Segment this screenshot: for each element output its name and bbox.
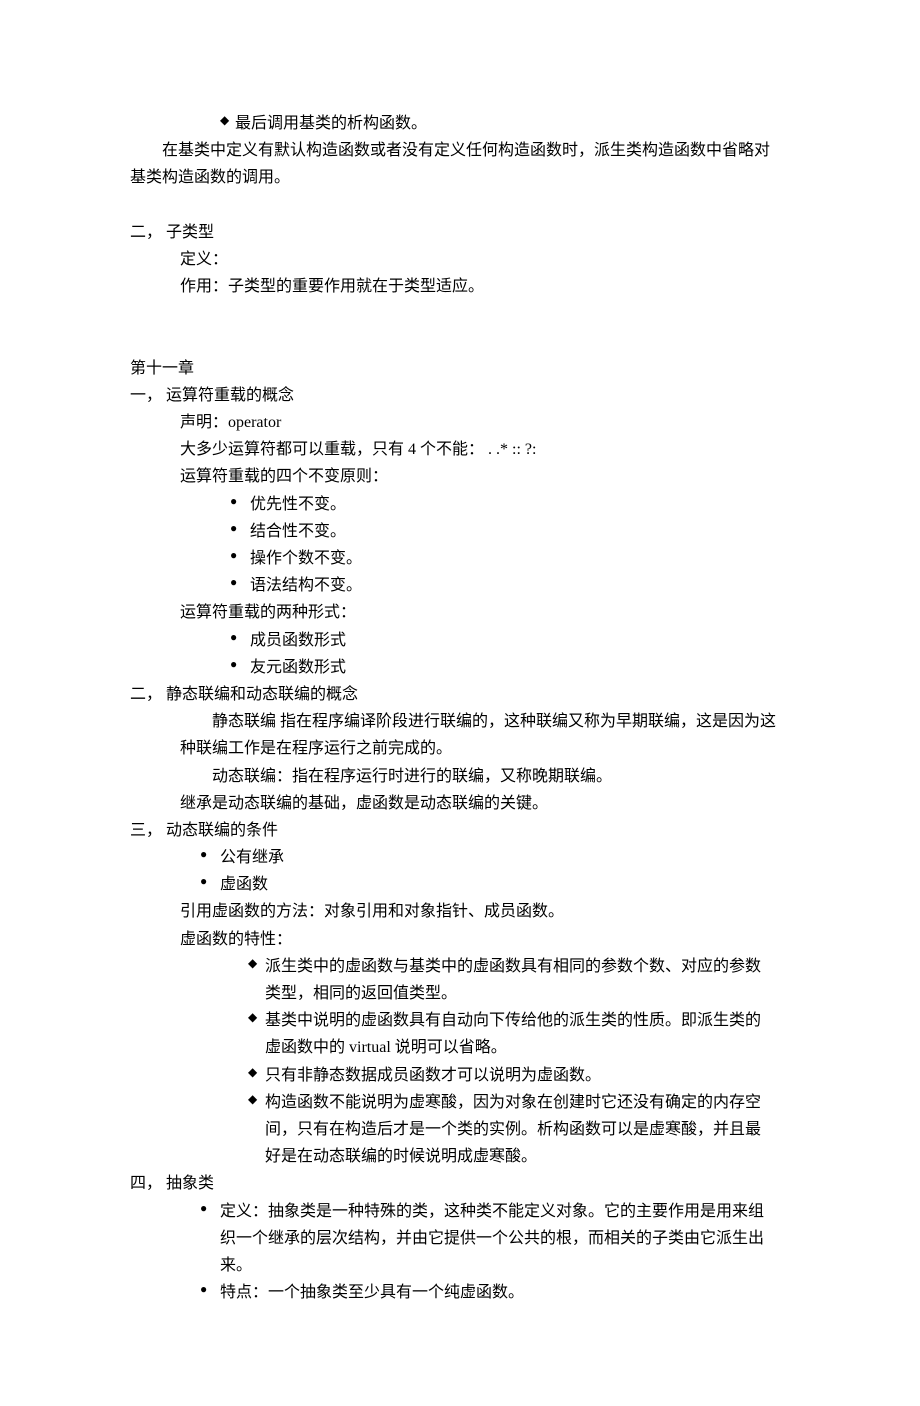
section-heading: 一， 运算符重载的概念	[130, 382, 790, 409]
bullet-diamond: 构造函数不能说明为虚寒酸，因为对象在创建时它还没有确定的内存空	[130, 1089, 790, 1116]
bullet-continuation: 来。	[130, 1252, 790, 1279]
body-line: 虚函数的特性：	[130, 926, 790, 953]
spacer	[130, 328, 790, 355]
paragraph: 动态联编：指在程序运行时进行的联编，又称晚期联编。	[130, 763, 790, 790]
bullet-continuation: 间，只有在构造后才是一个类的实例。析构函数可以是虚寒酸，并且最	[130, 1116, 790, 1143]
body-line: 引用虚函数的方法：对象引用和对象指针、成员函数。	[130, 898, 790, 925]
bullet-diamond: 基类中说明的虚函数具有自动向下传给他的派生类的性质。即派生类的	[130, 1007, 790, 1034]
section-heading: 四， 抽象类	[130, 1170, 790, 1197]
bullet-diamond: 只有非静态数据成员函数才可以说明为虚函数。	[130, 1062, 790, 1089]
body-line: 定义：	[130, 246, 790, 273]
bullet-continuation: 类型，相同的返回值类型。	[130, 980, 790, 1007]
paragraph-continuation: 种联编工作是在程序运行之前完成的。	[130, 735, 790, 762]
bullet-circle: 特点：一个抽象类至少具有一个纯虚函数。	[130, 1279, 790, 1306]
bullet-continuation: 好是在动态联编的时候说明成虚寒酸。	[130, 1143, 790, 1170]
bullet-diamond: 最后调用基类的析构函数。	[130, 110, 790, 137]
bullet-continuation: 虚函数中的 virtual 说明可以省略。	[130, 1034, 790, 1061]
section-heading: 三， 动态联编的条件	[130, 817, 790, 844]
section-heading: 二， 静态联编和动态联编的概念	[130, 681, 790, 708]
bullet-continuation: 织一个继承的层次结构，并由它提供一个公共的根，而相关的子类由它派生出	[130, 1225, 790, 1252]
section-heading: 二， 子类型	[130, 219, 790, 246]
spacer	[130, 192, 790, 219]
body-line: 继承是动态联编的基础，虚函数是动态联编的关键。	[130, 790, 790, 817]
body-line: 大多少运算符都可以重载，只有 4 个不能： . .* :: ?:	[130, 436, 790, 463]
bullet-circle: 操作个数不变。	[130, 545, 790, 572]
bullet-circle: 语法结构不变。	[130, 572, 790, 599]
paragraph-continuation: 基类构造函数的调用。	[130, 164, 790, 191]
bullet-circle: 虚函数	[130, 871, 790, 898]
bullet-circle: 结合性不变。	[130, 518, 790, 545]
bullet-diamond: 派生类中的虚函数与基类中的虚函数具有相同的参数个数、对应的参数	[130, 953, 790, 980]
spacer	[130, 300, 790, 327]
body-line: 运算符重载的两种形式：	[130, 599, 790, 626]
bullet-circle: 公有继承	[130, 844, 790, 871]
bullet-circle: 优先性不变。	[130, 491, 790, 518]
bullet-circle: 成员函数形式	[130, 627, 790, 654]
bullet-circle: 定义：抽象类是一种特殊的类，这种类不能定义对象。它的主要作用是用来组	[130, 1198, 790, 1225]
chapter-heading: 第十一章	[130, 355, 790, 382]
body-line: 声明：operator	[130, 409, 790, 436]
paragraph: 静态联编 指在程序编译阶段进行联编的，这种联编又称为早期联编，这是因为这	[130, 708, 790, 735]
body-line: 运算符重载的四个不变原则：	[130, 463, 790, 490]
body-line: 作用：子类型的重要作用就在于类型适应。	[130, 273, 790, 300]
paragraph: 在基类中定义有默认构造函数或者没有定义任何构造函数时，派生类构造函数中省略对	[130, 137, 790, 164]
document-page: 最后调用基类的析构函数。 在基类中定义有默认构造函数或者没有定义任何构造函数时，…	[0, 0, 920, 1406]
bullet-circle: 友元函数形式	[130, 654, 790, 681]
